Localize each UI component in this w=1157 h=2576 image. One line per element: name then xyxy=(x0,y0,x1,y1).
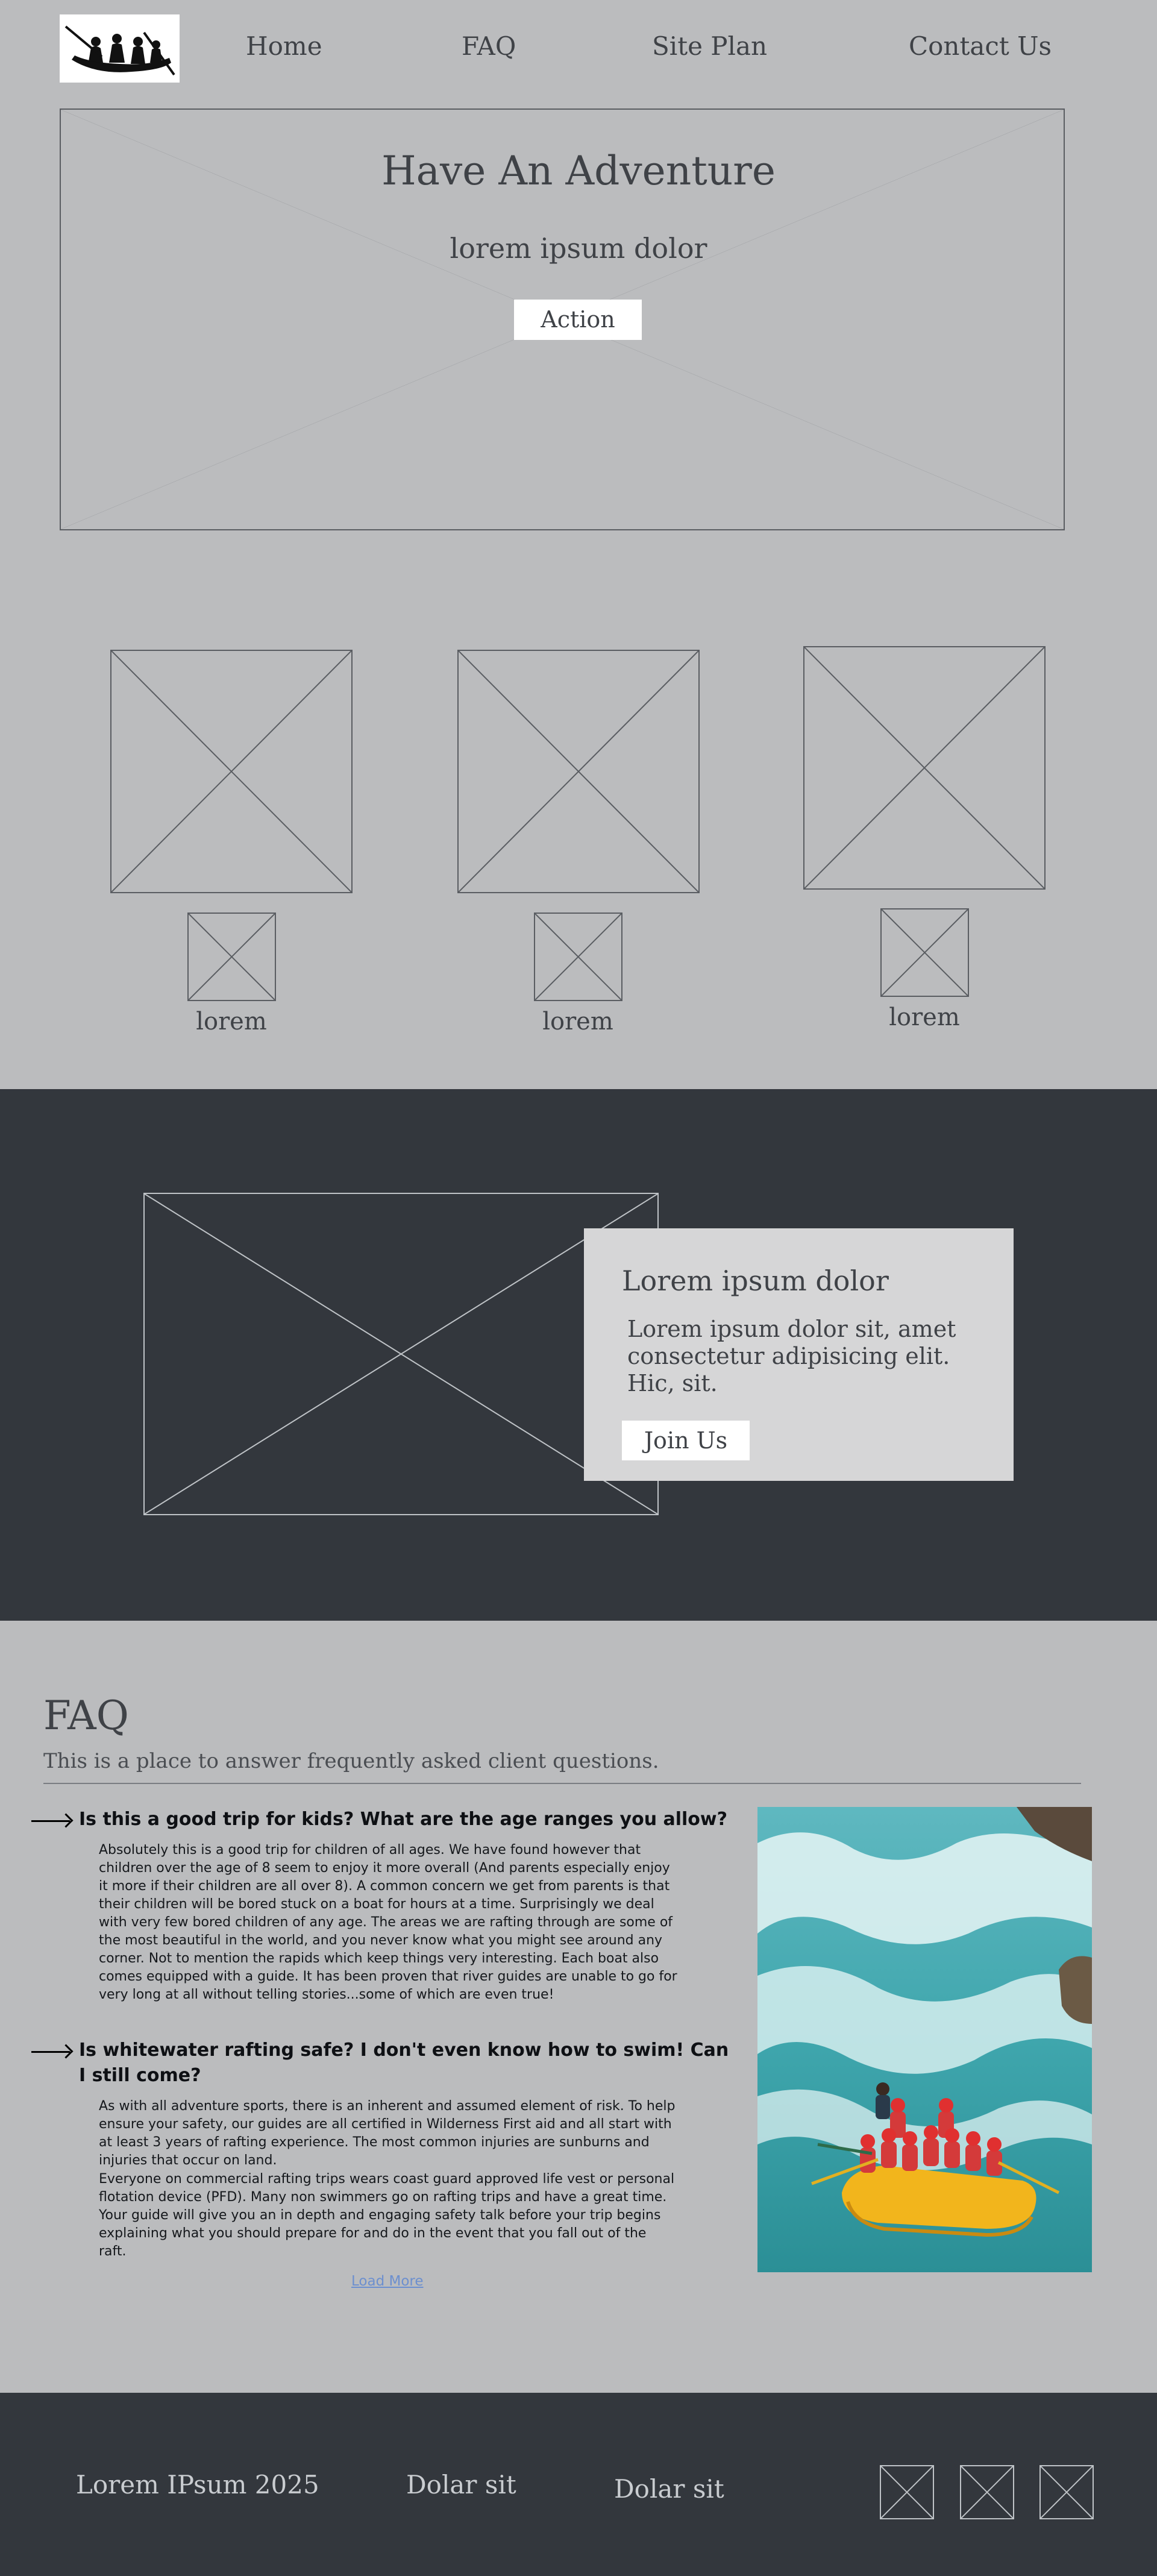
feature-body: Lorem ipsum dolor sit, amet consectetur … xyxy=(627,1316,956,1396)
card-1-icon-placeholder xyxy=(187,913,276,1001)
faq-answer-1: Absolutely this is a good trip for child… xyxy=(99,1842,677,2002)
faq-title: FAQ xyxy=(43,1692,129,1739)
card-1-image-placeholder xyxy=(110,650,353,893)
nav-site-plan[interactable]: Site Plan xyxy=(652,31,767,61)
footer-copyright: Lorem IPsum 2025 xyxy=(76,2470,319,2499)
arrow-right-icon xyxy=(31,1820,70,1822)
logo[interactable] xyxy=(60,14,180,83)
arrow-right-icon xyxy=(31,2051,70,2053)
feature-title: Lorem ipsum dolor xyxy=(622,1264,889,1297)
card-2-icon-placeholder xyxy=(534,913,622,1001)
faq-divider xyxy=(43,1783,1081,1784)
nav-home[interactable]: Home xyxy=(246,31,322,61)
faq-subtitle: This is a place to answer frequently ask… xyxy=(43,1749,659,1773)
card-3-icon-placeholder xyxy=(880,908,969,997)
faq-answer-2-p1: As with all adventure sports, there is a… xyxy=(99,2099,676,2168)
card-1-label: lorem xyxy=(196,1008,267,1035)
card-3-image-placeholder xyxy=(803,646,1046,890)
footer-social-icon-2[interactable] xyxy=(960,2465,1014,2519)
join-us-button[interactable]: Join Us xyxy=(622,1421,750,1460)
feature-panel: Lorem ipsum dolor Lorem ipsum dolor sit,… xyxy=(584,1228,1014,1481)
raft-logo-icon xyxy=(64,25,175,76)
faq-question-1[interactable]: Is this a good trip for kids? What are t… xyxy=(79,1807,730,1832)
hero-title: Have An Adventure xyxy=(381,148,776,194)
hero-subtitle: lorem ipsum dolor xyxy=(450,232,707,265)
card-2-label: lorem xyxy=(542,1008,613,1035)
load-more-link[interactable]: Load More xyxy=(351,2273,424,2289)
card-3-label: lorem xyxy=(889,1004,960,1031)
card-2-image-placeholder xyxy=(457,650,700,893)
footer-link-1[interactable]: Dolar sit xyxy=(406,2470,516,2499)
footer-social-icon-3[interactable] xyxy=(1039,2465,1094,2519)
faq-question-2[interactable]: Is whitewater rafting safe? I don't even… xyxy=(79,2038,730,2088)
nav-faq[interactable]: FAQ xyxy=(462,31,516,61)
footer-link-2[interactable]: Dolar sit xyxy=(614,2474,724,2504)
footer-social-icon-1[interactable] xyxy=(880,2465,934,2519)
action-button[interactable]: Action xyxy=(514,300,642,340)
nav-contact-us[interactable]: Contact Us xyxy=(909,31,1052,61)
rafting-photo xyxy=(757,1807,1092,2272)
faq-answer-2-p2: Everyone on commercial rafting trips wea… xyxy=(99,2172,675,2259)
feature-image-placeholder xyxy=(143,1193,659,1515)
